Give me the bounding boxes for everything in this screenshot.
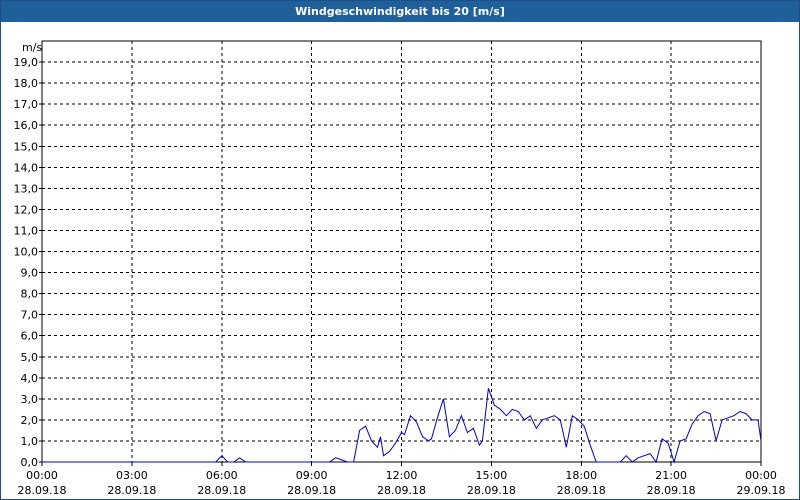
x-tick-date: 28.09.18 — [287, 484, 336, 497]
x-tick-time: 03:00 — [116, 469, 148, 482]
y-tick-label: 8,0 — [21, 288, 39, 301]
y-tick-label: 16,0 — [14, 119, 39, 132]
x-tick-time: 00:00 — [26, 469, 58, 482]
x-tick-time: 12:00 — [386, 469, 418, 482]
x-tick-time: 09:00 — [296, 469, 328, 482]
x-tick-time: 21:00 — [655, 469, 687, 482]
y-tick-label: 6,0 — [21, 330, 39, 343]
y-tick-label: 19,0 — [14, 56, 39, 69]
x-tick-date: 29.09.18 — [737, 484, 786, 497]
x-tick-time: 00:00 — [745, 469, 777, 482]
x-tick-date: 28.09.18 — [377, 484, 426, 497]
y-tick-labels: 0,0 1,0 2,0 3,0 4,0 5,0 6,0 7,0 8,0 9,0 10,0 11,0 12… — [14, 56, 39, 469]
y-tick-label: 17,0 — [14, 98, 39, 111]
x-tick-date: 28.09.18 — [557, 484, 606, 497]
y-tick-label: 12,0 — [14, 203, 39, 216]
y-tick-label: 9,0 — [21, 267, 39, 280]
wind-speed-chart: m/s 0,0 1,0 2,0 3,0 4,0 5,0 6,0 7,0 8,0 9,0 10,0 11… — [14, 40, 786, 497]
title-bar: Windgeschwindigkeit bis 20 [m/s] — [1, 1, 799, 22]
x-tick-date: 28.09.18 — [107, 484, 156, 497]
x-tick-time: 18:00 — [565, 469, 597, 482]
chart-window: Windgeschwindigkeit bis 20 [m/s] m/s 0,0… — [0, 0, 800, 500]
x-tick-date: 28.09.18 — [18, 484, 67, 497]
y-tick-label: 10,0 — [14, 246, 39, 259]
y-tick-label: 11,0 — [14, 224, 39, 237]
y-tick-label: 7,0 — [21, 309, 39, 322]
x-tick-time: 15:00 — [476, 469, 508, 482]
x-tick-date: 28.09.18 — [647, 484, 696, 497]
y-tick-label: 2,0 — [21, 414, 39, 427]
y-tick-label: 1,0 — [21, 435, 39, 448]
y-tick-label: 14,0 — [14, 161, 39, 174]
y-tick-label: 5,0 — [21, 351, 39, 364]
x-tick-date: 28.09.18 — [197, 484, 246, 497]
y-axis-unit-label: m/s — [22, 41, 42, 54]
y-tick-label: 0,0 — [21, 456, 39, 469]
x-tick-date: 28.09.18 — [467, 484, 516, 497]
axes — [39, 40, 762, 466]
y-tick-label: 4,0 — [21, 372, 39, 385]
x-tick-time: 06:00 — [206, 469, 238, 482]
grid-lines — [42, 41, 761, 462]
x-tick-labels: 00:00 28.09.18 03:00 28.09.18 06:00 28.09.18 0… — [18, 469, 786, 497]
y-tick-label: 18,0 — [14, 77, 39, 90]
y-tick-label: 3,0 — [21, 393, 39, 406]
y-tick-label: 15,0 — [14, 140, 39, 153]
y-tick-label: 13,0 — [14, 182, 39, 195]
